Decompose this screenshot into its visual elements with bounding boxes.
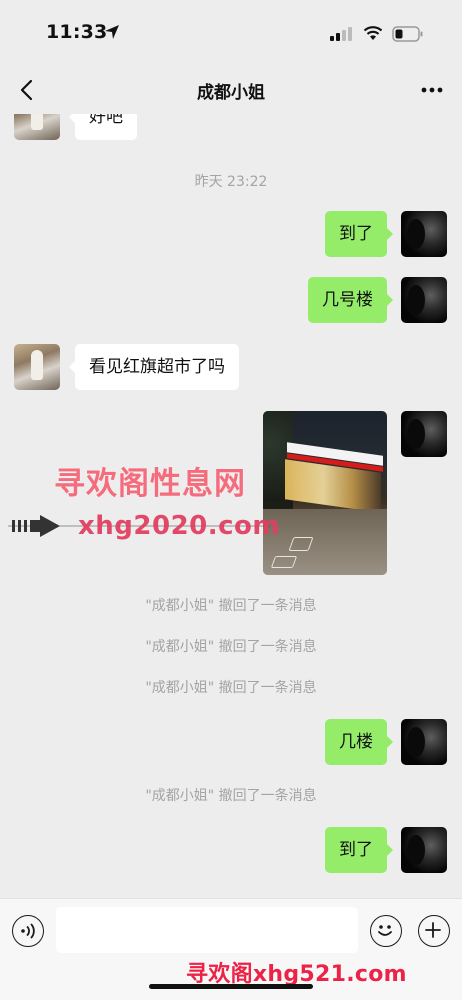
contact-avatar[interactable]: [14, 344, 60, 390]
watermark-text: 寻欢阁性息网: [54, 466, 246, 502]
photo-parking-line: [270, 556, 298, 568]
recall-notice: "成都小姐" 撤回了一条消息: [145, 788, 317, 804]
chat-title: 成都小姐: [197, 83, 265, 103]
contact-avatar[interactable]: [14, 114, 60, 140]
recall-notice: "成都小姐" 撤回了一条消息: [145, 680, 317, 696]
status-bar: 11:33: [0, 0, 462, 64]
image-message[interactable]: [263, 411, 387, 575]
time-separator: 昨天 23:22: [194, 174, 268, 190]
emoji-icon: [378, 925, 392, 936]
more-options-button[interactable]: [416, 76, 448, 104]
emoji-button[interactable]: [370, 915, 402, 947]
message-bubble-out[interactable]: 到了: [325, 211, 393, 257]
my-avatar[interactable]: [401, 277, 447, 323]
ellipsis-icon: [421, 87, 443, 93]
chat-message-list[interactable]: 好吧 昨天 23:22 到了 几号楼 看见红旗超市了吗 寻欢阁性息网 xhg20…: [0, 114, 462, 898]
recall-notice: "成都小姐" 撤回了一条消息: [145, 598, 317, 614]
battery-icon: [392, 26, 423, 42]
message-input[interactable]: [56, 907, 358, 953]
message-bubble-out[interactable]: 几楼: [325, 719, 393, 765]
status-time: 11:33: [46, 21, 108, 43]
wifi-icon: [363, 26, 383, 40]
my-avatar[interactable]: [401, 827, 447, 873]
plus-icon: [425, 922, 441, 938]
chat-header: 成都小姐: [0, 64, 462, 114]
watermark-url: xhg2020.com: [78, 511, 280, 541]
message-bubble-in[interactable]: 看见红旗超市了吗: [69, 344, 239, 390]
cellular-signal-icon: [330, 27, 352, 41]
my-avatar[interactable]: [401, 411, 447, 457]
recall-notice: "成都小姐" 撤回了一条消息: [145, 639, 317, 655]
my-avatar[interactable]: [401, 211, 447, 257]
voice-button[interactable]: [12, 915, 44, 947]
voice-icon: [21, 923, 35, 939]
location-arrow-icon: [105, 25, 119, 39]
my-avatar[interactable]: [401, 719, 447, 765]
home-indicator[interactable]: [149, 984, 313, 989]
message-bubble-out[interactable]: 几号楼: [308, 277, 393, 323]
more-functions-button[interactable]: [418, 915, 450, 947]
message-bubble-out[interactable]: 到了: [325, 827, 393, 873]
message-bubble-in[interactable]: 好吧: [69, 114, 137, 140]
